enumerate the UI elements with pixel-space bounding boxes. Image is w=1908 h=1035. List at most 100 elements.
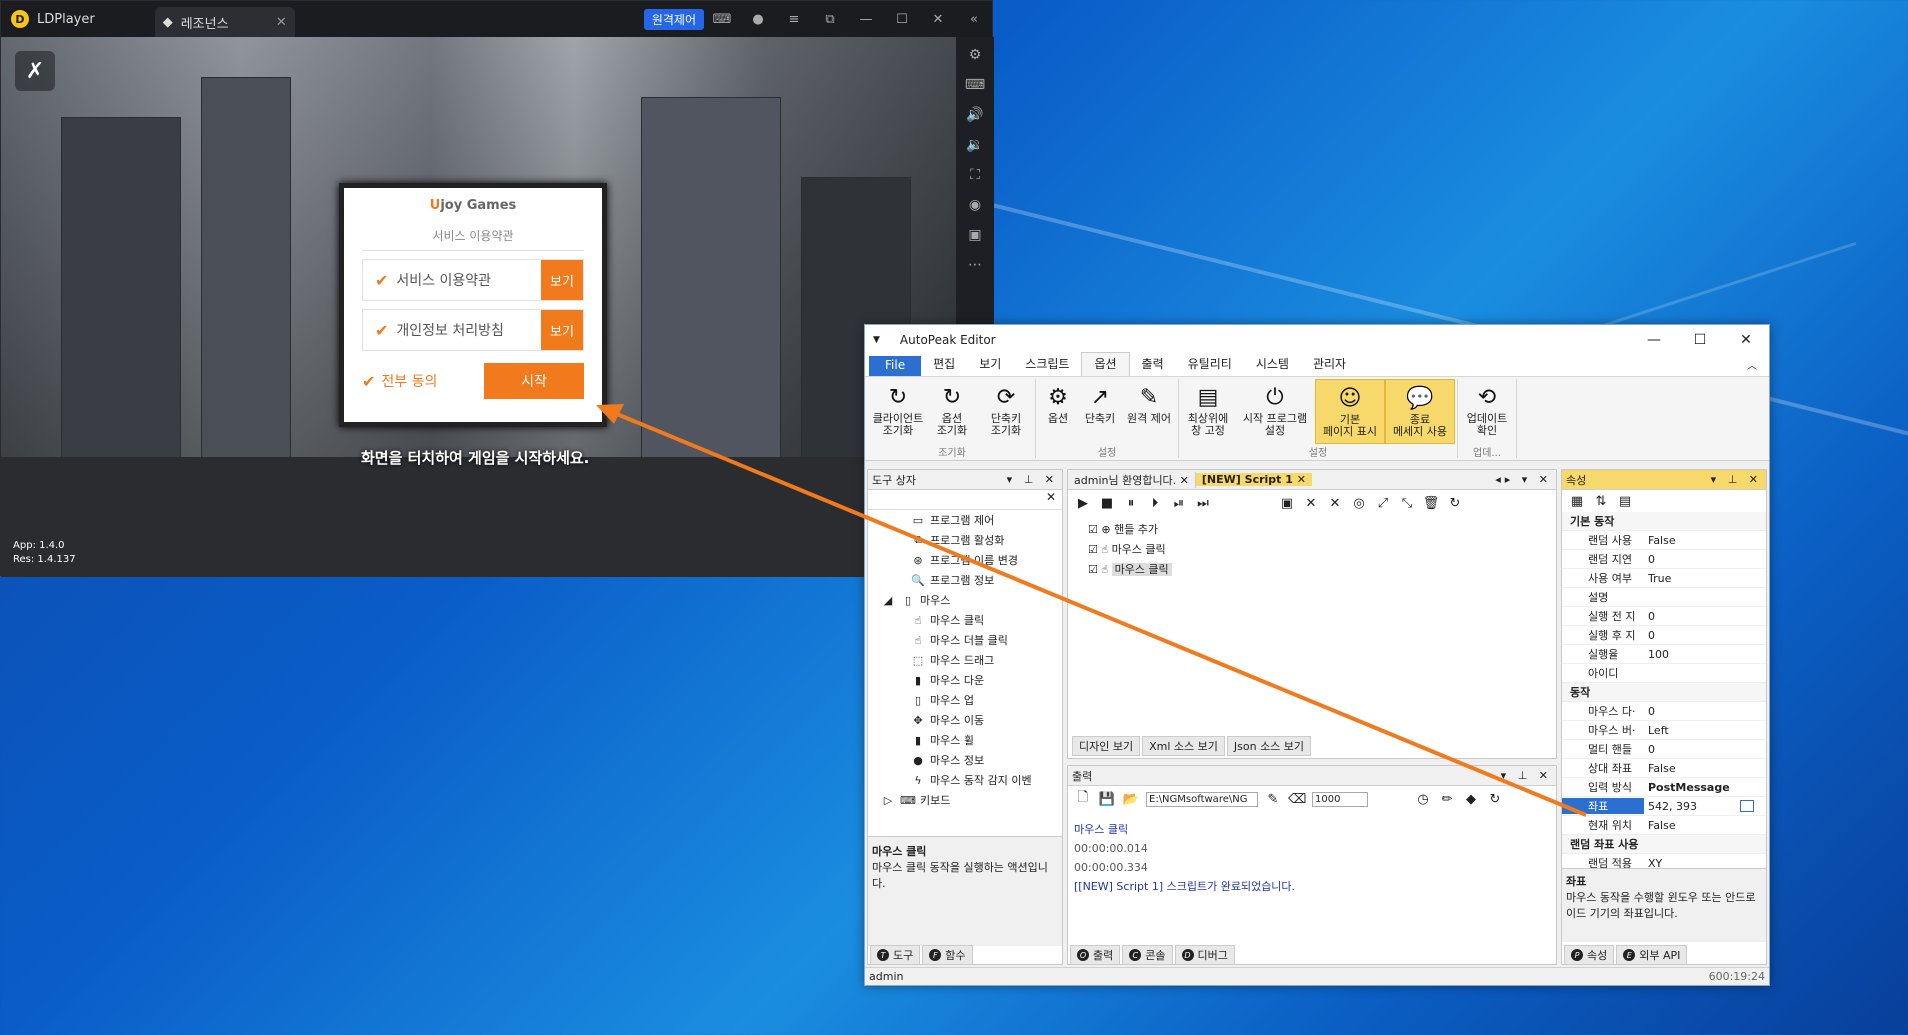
menu-file[interactable]: File — [869, 356, 922, 376]
step-item[interactable]: ☑ ☝ 마우스 클릭 — [1088, 560, 1536, 580]
menu-system[interactable]: 시스템 — [1244, 353, 1301, 376]
collapse-sidebar-icon[interactable]: « — [956, 12, 992, 27]
line-limit-stepper[interactable]: 1000 — [1312, 791, 1368, 807]
prop-category[interactable]: 동작 — [1562, 683, 1766, 702]
pane-controls-icon[interactable]: ▾ ⊥ ✕ — [1501, 769, 1552, 782]
reset-client-button[interactable]: ↻ 클라이언트 조기화 — [871, 379, 925, 444]
menu-icon[interactable]: ≡ — [776, 12, 812, 27]
prop-row[interactable]: 아이디 — [1562, 664, 1766, 683]
close-tab-icon[interactable]: ✕ — [276, 15, 287, 30]
exit-message-button[interactable]: 💬 종료 메세지 사용 — [1385, 379, 1455, 444]
pause-icon[interactable]: ⏸ — [1122, 496, 1140, 511]
delete-all-icon[interactable]: ✕ — [1326, 496, 1344, 511]
tree-item[interactable]: ▮ 마우스 휠 — [874, 730, 1062, 750]
settings-wrench-icon[interactable]: ✗ — [15, 51, 55, 91]
new-file-icon[interactable]: 🗋 — [1074, 788, 1092, 810]
close-icon[interactable]: ✕ — [920, 12, 956, 27]
location-icon[interactable]: ◉ — [969, 197, 981, 213]
more-icon[interactable]: ⋯ — [968, 257, 982, 273]
prop-row[interactable]: 랜덤 사용 False — [1562, 531, 1766, 550]
screenshot-icon[interactable]: ⧉ — [812, 12, 848, 27]
record-icon[interactable]: ◎ — [1350, 496, 1368, 511]
apk-icon[interactable]: ▣ — [968, 227, 981, 243]
view-terms-button[interactable]: 보기 — [541, 260, 583, 300]
step-item[interactable]: ☑ ⊕ 핸들 추가 — [1088, 520, 1536, 540]
tab-json-view[interactable]: Json 소스 보기 — [1226, 736, 1312, 756]
tree-item[interactable]: ● 마우스 정보 — [874, 750, 1062, 770]
tab-welcome[interactable]: admin님 환영합니다. ✕ — [1068, 471, 1196, 488]
prop-row[interactable]: 실행 후 지0 — [1562, 626, 1766, 645]
property-pages-icon[interactable]: ▤ — [1616, 494, 1634, 509]
tree-item[interactable]: ⬚ 마우스 드래그 — [874, 650, 1062, 670]
editor-controls-icon[interactable]: ◂▸ ▾ ✕ — [1495, 473, 1552, 486]
output-path-field[interactable]: E:\NGMsoftware\NG — [1146, 791, 1258, 807]
clock-icon[interactable]: ◷ — [1414, 792, 1432, 807]
pick-coordinate-icon[interactable] — [1740, 800, 1754, 812]
prop-row[interactable]: 상대 좌표 False — [1562, 759, 1766, 778]
gamepad-icon[interactable]: ⌨ — [704, 12, 740, 27]
step-icon[interactable]: ⏵ — [1146, 496, 1164, 511]
tree-item[interactable]: ϟ 마우스 동작 감지 이벤 — [874, 770, 1062, 790]
eraser-icon[interactable]: ⌫ — [1288, 792, 1306, 807]
menu-output[interactable]: 출력 — [1130, 353, 1176, 376]
menu-view[interactable]: 보기 — [967, 353, 1013, 376]
tree-item[interactable]: ⧉ 프로그램 활성화 — [874, 530, 1062, 550]
checkbox-icon[interactable]: ✔ — [375, 271, 388, 290]
prop-row[interactable]: 실행 전 지0 — [1562, 607, 1766, 626]
volume-down-icon[interactable]: 🔉 — [966, 137, 983, 153]
menu-utility[interactable]: 유틸리티 — [1176, 353, 1244, 376]
menu-edit[interactable]: 편집 — [921, 353, 967, 376]
prop-row[interactable]: 입력 방식 PostMessage — [1562, 778, 1766, 797]
tab-output[interactable]: O 출력 — [1070, 945, 1121, 965]
tree-item[interactable]: ☝ 마우스 더블 클릭 — [874, 630, 1062, 650]
reset-shortcuts-button[interactable]: ⟳ 단축키 조기화 — [979, 379, 1033, 444]
save-icon[interactable]: 💾 — [1098, 792, 1116, 807]
tab-design-view[interactable]: 디자인 보기 — [1072, 736, 1141, 756]
minimize-icon[interactable]: — — [848, 12, 884, 27]
fullscreen-icon[interactable]: ⛶ — [970, 167, 980, 183]
check-update-button[interactable]: ⟲ 업데이트 확인 — [1460, 379, 1514, 444]
prop-row[interactable]: 마우스 버· Left — [1562, 721, 1766, 740]
tab-tools[interactable]: T 도구 — [870, 945, 921, 965]
clear-search-icon[interactable]: ✕ — [1046, 490, 1056, 509]
window-menu-icon[interactable]: ▼ — [873, 335, 880, 345]
default-page-button[interactable]: ☺ 기본 페이지 표시 — [1315, 379, 1385, 444]
tab-properties[interactable]: P 속성 — [1564, 945, 1615, 965]
settings-icon[interactable]: ⚙ — [969, 47, 982, 63]
tree-item[interactable]: ☝ 마우스 클릭 — [874, 610, 1062, 630]
refresh-icon[interactable]: ↻ — [1446, 496, 1464, 511]
volume-up-icon[interactable]: 🔊 — [966, 107, 983, 123]
delete-icon[interactable]: ✕ — [1302, 496, 1320, 511]
tab-xml-view[interactable]: Xml 소스 보기 — [1142, 736, 1225, 756]
pane-controls-icon[interactable]: ▾ ⊥ ✕ — [1007, 473, 1058, 486]
tree-category-mouse[interactable]: ◢ ▯ 마우스 — [874, 590, 1062, 610]
prop-row[interactable]: 멀티 핸들 0 — [1562, 740, 1766, 759]
options-button[interactable]: ⚙ 옵션 — [1038, 379, 1078, 444]
account-icon[interactable]: ● — [740, 12, 776, 27]
shortcuts-button[interactable]: ↗ 단축키 — [1078, 379, 1122, 444]
run-icon[interactable]: ⏯ — [1170, 496, 1188, 511]
tree-item[interactable]: ✥ 마우스 이동 — [874, 710, 1062, 730]
always-on-top-button[interactable]: ▤ 최상위에 창 고정 — [1181, 379, 1235, 444]
menu-admin[interactable]: 관리자 — [1301, 353, 1358, 376]
prop-row[interactable]: 실행율 100 — [1562, 645, 1766, 664]
remote-control-button[interactable]: ✎ 원격 제어 — [1122, 379, 1176, 444]
start-button[interactable]: 시작 — [484, 363, 584, 399]
prop-row-coordinates[interactable]: 좌표 542, 393 — [1562, 797, 1766, 816]
minimize-icon[interactable]: — — [1631, 332, 1677, 348]
tab-debug[interactable]: D 디버그 — [1174, 945, 1235, 965]
tree-item[interactable]: ▭ 프로그램 제어 — [874, 510, 1062, 530]
sort-icon[interactable]: ⇅ — [1592, 494, 1610, 509]
prop-row[interactable]: 랜덤 적용 XY — [1562, 854, 1766, 869]
maximize-icon[interactable]: ☐ — [884, 12, 920, 27]
collapse-ribbon-icon[interactable]: ︿ — [1735, 355, 1769, 376]
tab-console[interactable]: C 콘솔 — [1122, 945, 1173, 965]
tab-script-1[interactable]: [NEW] Script 1 ✕ — [1195, 473, 1312, 486]
keyboard-icon[interactable]: ⌨ — [965, 77, 985, 93]
expand-icon[interactable]: ⤢ — [1374, 496, 1392, 511]
maximize-icon[interactable]: ☐ — [1677, 332, 1723, 348]
fill-icon[interactable]: ◆ — [1462, 792, 1480, 807]
toolbox-search[interactable]: ✕ — [868, 490, 1062, 510]
prop-row[interactable]: 사용 여부 True — [1562, 569, 1766, 588]
view-privacy-button[interactable]: 보기 — [541, 310, 583, 350]
